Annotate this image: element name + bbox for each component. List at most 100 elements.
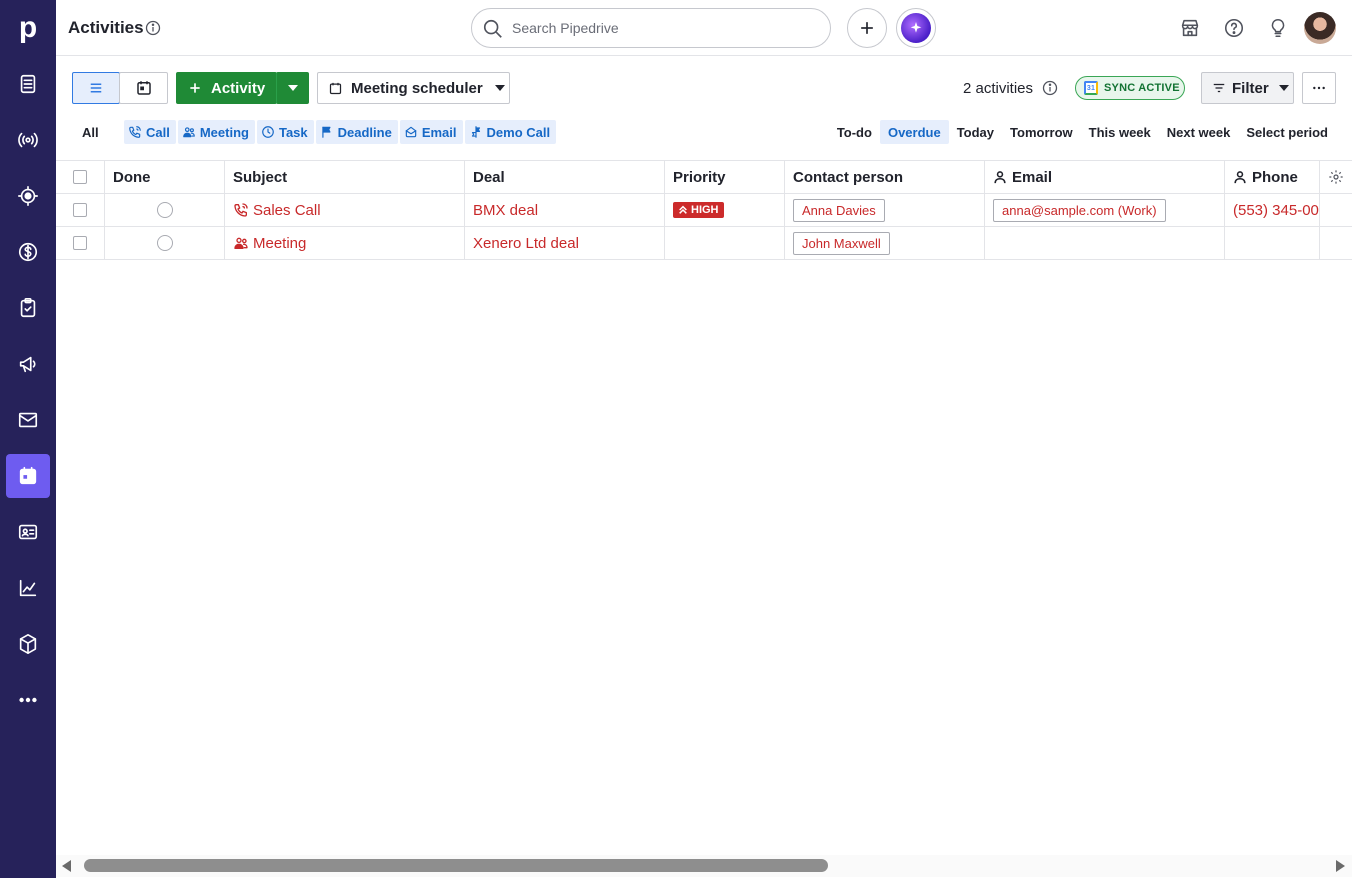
contact-link[interactable]: Anna Davies [793, 198, 885, 222]
subject-link[interactable]: Sales Call [253, 202, 321, 219]
person-icon [994, 171, 1006, 184]
meeting-scheduler-button[interactable]: Meeting scheduler [317, 72, 510, 104]
ai-assistant-button[interactable] [896, 8, 936, 48]
deal-link[interactable]: BMX deal [473, 202, 538, 219]
rail-item-focus[interactable] [6, 174, 50, 218]
horizontal-scrollbar-thumb[interactable] [84, 859, 828, 872]
column-header-done[interactable]: Done [105, 161, 225, 193]
row-select-cell [56, 227, 105, 259]
search-box[interactable] [471, 8, 831, 48]
filter-deadline[interactable]: Deadline [315, 120, 398, 144]
rail-item-leads[interactable] [6, 118, 50, 162]
filter-call-label: Call [146, 124, 170, 140]
filter-icon [1213, 83, 1225, 93]
help-button[interactable] [1220, 14, 1248, 42]
row-checkbox[interactable] [73, 236, 87, 250]
rail-item-campaigns[interactable] [6, 342, 50, 386]
column-header-phone[interactable]: Phone [1225, 161, 1320, 193]
add-activity-button[interactable]: Activity [176, 72, 277, 104]
rail-item-deals[interactable] [6, 62, 50, 106]
filter-call[interactable]: Call [124, 120, 176, 144]
email-cell [985, 227, 1225, 259]
row-checkbox[interactable] [73, 203, 87, 217]
filter-all[interactable]: All [82, 125, 99, 140]
info-icon[interactable] [1042, 80, 1058, 96]
rail-item-contacts[interactable] [6, 510, 50, 554]
rail-item-more[interactable] [6, 678, 50, 722]
calendar-icon [329, 82, 342, 94]
insights-icon [19, 579, 37, 597]
list-view-button[interactable] [72, 72, 120, 104]
table-header-row: Done Subject Deal Priority Contact perso… [56, 160, 1352, 194]
rail-item-sales[interactable] [6, 230, 50, 274]
user-avatar[interactable] [1304, 12, 1336, 44]
scroll-left-arrow[interactable] [62, 860, 71, 872]
mark-done-toggle[interactable] [156, 235, 173, 251]
column-header-priority[interactable]: Priority [665, 161, 785, 193]
filter-email[interactable]: Email [399, 120, 463, 144]
period-overdue[interactable]: Overdue [879, 120, 949, 144]
table-row[interactable]: Sales Call BMX deal HIGH Anna Davies ann… [56, 194, 1352, 227]
search-input[interactable] [512, 19, 812, 37]
info-icon[interactable] [145, 20, 161, 36]
priority-badge: HIGH [673, 202, 724, 218]
rail-item-products[interactable] [6, 622, 50, 666]
phone-icon [129, 126, 141, 138]
calendar-view-button[interactable] [119, 72, 168, 104]
phone-link[interactable]: (553) 345-0000 [1233, 202, 1319, 219]
priority-cell: HIGH [665, 194, 785, 226]
column-header-subject[interactable]: Subject [225, 161, 465, 193]
filter-button[interactable]: Filter [1201, 72, 1294, 104]
left-rail: p [0, 0, 56, 878]
scroll-right-arrow[interactable] [1336, 860, 1345, 872]
subject-link[interactable]: Meeting [253, 235, 306, 252]
marketplace-button[interactable] [1176, 14, 1204, 42]
rail-item-activities[interactable] [6, 454, 50, 498]
done-cell [105, 227, 225, 259]
period-next-week[interactable]: Next week [1159, 120, 1239, 144]
filter-task[interactable]: Task [256, 120, 314, 144]
more-actions-button[interactable] [1302, 72, 1336, 104]
add-activity-dropdown[interactable] [276, 72, 309, 104]
rail-item-mail[interactable] [6, 398, 50, 442]
table-row[interactable]: Meeting Xenero Ltd deal John Maxwell [56, 227, 1352, 260]
filter-email-label: Email [421, 124, 457, 140]
column-header-email[interactable]: Email [985, 161, 1225, 193]
column-settings-cell [1320, 161, 1352, 193]
mark-done-toggle[interactable] [156, 202, 173, 218]
quick-add-button[interactable] [847, 8, 887, 48]
subject-cell[interactable]: Meeting [225, 227, 465, 259]
rail-item-insights[interactable] [6, 566, 50, 610]
filter-demo-call[interactable]: Demo Call [464, 120, 557, 144]
email-icon [405, 126, 417, 138]
gear-icon[interactable] [1328, 169, 1344, 185]
activities-count: 2 activities [963, 80, 1034, 97]
email-cell: anna@sample.com (Work) [985, 194, 1225, 226]
deal-link[interactable]: Xenero Ltd deal [473, 235, 579, 252]
period-today[interactable]: Today [949, 120, 1002, 144]
period-select[interactable]: Select period [1238, 120, 1336, 144]
top-bar: Activities [56, 0, 1352, 56]
email-link[interactable]: anna@sample.com (Work) [993, 198, 1166, 222]
mail-icon [18, 412, 38, 428]
sync-status-label: SYNC ACTIVE [1104, 82, 1180, 94]
contact-cell: Anna Davies [785, 194, 985, 226]
sparkle-icon [901, 13, 931, 43]
priority-cell [665, 227, 785, 259]
column-header-contact[interactable]: Contact person [785, 161, 985, 193]
column-header-deal[interactable]: Deal [465, 161, 665, 193]
tips-button[interactable] [1264, 14, 1292, 42]
rail-item-tasks[interactable] [6, 286, 50, 330]
select-all-checkbox[interactable] [73, 170, 87, 184]
period-tomorrow[interactable]: Tomorrow [1002, 120, 1081, 144]
subject-cell[interactable]: Sales Call [225, 194, 465, 226]
page-title: Activities [68, 18, 144, 37]
deal-cell: BMX deal [465, 194, 665, 226]
sync-status-badge[interactable]: 31 SYNC ACTIVE [1075, 76, 1185, 100]
period-this-week[interactable]: This week [1081, 120, 1159, 144]
period-to-do[interactable]: To-do [829, 120, 880, 144]
filter-meeting[interactable]: Meeting [177, 120, 255, 144]
pipedrive-logo[interactable]: p [0, 0, 56, 56]
contact-link[interactable]: John Maxwell [793, 231, 890, 255]
row-select-cell [56, 194, 105, 226]
